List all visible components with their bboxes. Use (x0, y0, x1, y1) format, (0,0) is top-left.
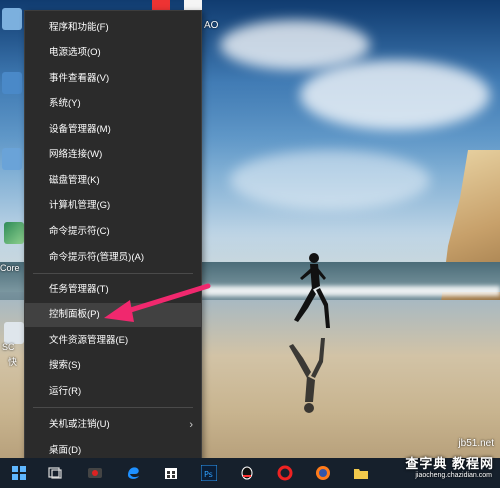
menu-item-network-connections[interactable]: 网络连接(W) (25, 143, 201, 167)
menu-separator (33, 407, 193, 408)
desktop-icon[interactable] (4, 322, 24, 344)
desktop-icon-label: SC (2, 342, 15, 352)
task-view-icon[interactable] (40, 458, 70, 488)
runner-reflection (289, 338, 325, 413)
desktop-icon-label: AO (204, 20, 219, 31)
winx-context-menu: 程序和功能(F) 电源选项(O) 事件查看器(V) 系统(Y) 设备管理器(M)… (24, 10, 202, 470)
menu-item-file-explorer[interactable]: 文件资源管理器(E) (25, 329, 201, 353)
desktop-icon[interactable] (2, 72, 22, 94)
app-icon[interactable] (80, 458, 110, 488)
svg-text:Ps: Ps (204, 470, 213, 479)
menu-item-system[interactable]: 系统(Y) (25, 92, 201, 116)
watermark-title: 查字典 教程网 (405, 456, 494, 471)
menu-item-run[interactable]: 运行(R) (25, 380, 201, 404)
desktop-icon[interactable] (2, 8, 22, 30)
menu-item-task-manager[interactable]: 任务管理器(T) (25, 278, 201, 302)
menu-item-label: 关机或注销(U) (49, 419, 110, 430)
chevron-right-icon: › (189, 419, 193, 431)
qq-icon[interactable] (232, 458, 262, 488)
wave-foam (180, 286, 500, 296)
menu-item-device-manager[interactable]: 设备管理器(M) (25, 118, 201, 142)
desktop-icon-label: Core (0, 263, 20, 273)
menu-item-computer-management[interactable]: 计算机管理(G) (25, 194, 201, 218)
menu-item-programs-features[interactable]: 程序和功能(F) (25, 16, 201, 40)
menu-item-command-prompt-admin[interactable]: 命令提示符(管理员)(A) (25, 246, 201, 270)
menu-item-event-viewer[interactable]: 事件查看器(V) (25, 67, 201, 91)
menu-item-disk-management[interactable]: 磁盘管理(K) (25, 169, 201, 193)
app-red-icon[interactable] (270, 458, 300, 488)
windows-start-icon[interactable] (4, 458, 34, 488)
desktop-icon[interactable] (2, 148, 22, 170)
menu-item-command-prompt[interactable]: 命令提示符(C) (25, 220, 201, 244)
firefox-icon[interactable] (308, 458, 338, 488)
menu-item-shutdown-signout[interactable]: 关机或注销(U) › (25, 413, 201, 437)
menu-separator (33, 273, 193, 274)
file-explorer-icon[interactable] (346, 458, 376, 488)
watermark-url: jb51.net (458, 438, 494, 449)
menu-item-power-options[interactable]: 电源选项(O) (25, 41, 201, 65)
menu-item-control-panel[interactable]: 控制面板(P) (25, 303, 201, 327)
photoshop-icon[interactable]: Ps (194, 458, 224, 488)
cloud (300, 60, 490, 130)
watermark-subtitle: jiaocheng.chazidian.com (415, 472, 492, 479)
edge-icon[interactable] (118, 458, 148, 488)
desktop-icon-label: 快 (8, 357, 18, 367)
desktop-icon[interactable] (4, 222, 24, 244)
runner-silhouette (294, 253, 330, 328)
store-icon[interactable] (156, 458, 186, 488)
cloud (230, 150, 430, 210)
menu-item-search[interactable]: 搜索(S) (25, 354, 201, 378)
cloud (220, 20, 370, 70)
